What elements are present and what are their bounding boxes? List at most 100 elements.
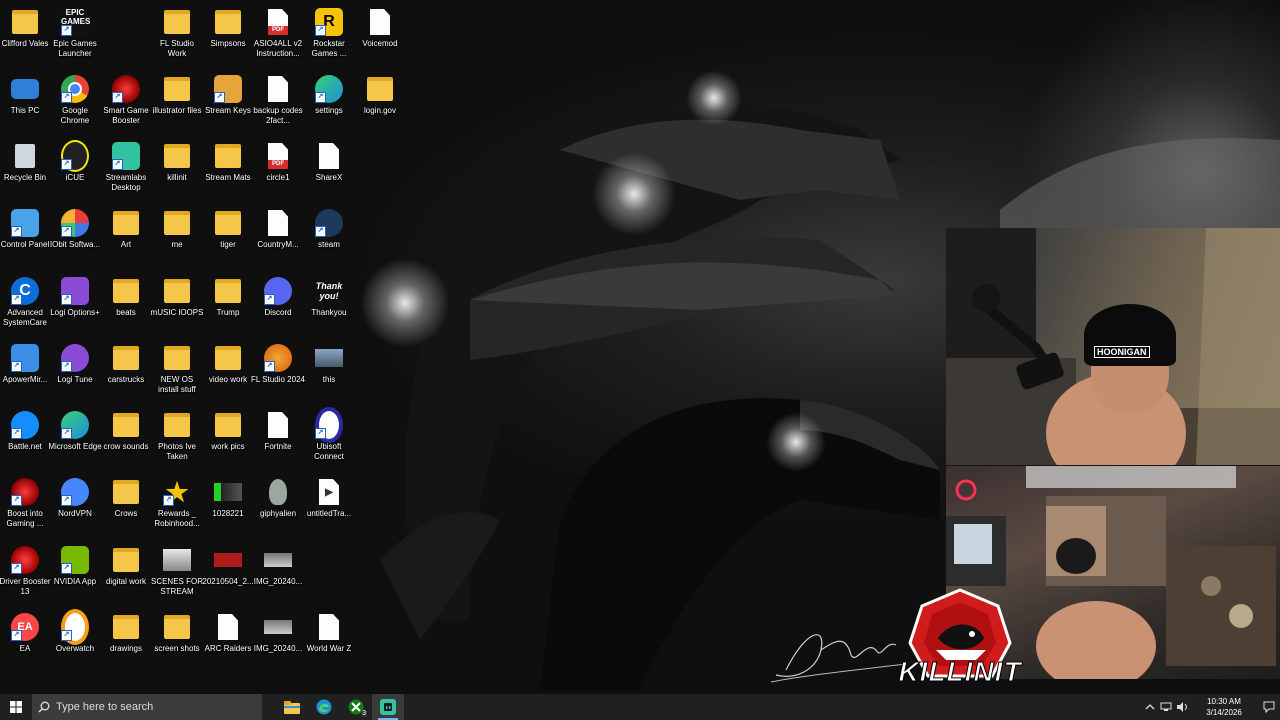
- desktop-icon-google-chrome[interactable]: ↗ Google Chrome: [50, 69, 100, 131]
- desktop-icon-sharex[interactable]: ShareX: [304, 136, 354, 198]
- desktop-icon-stream-mats[interactable]: Stream Mats: [203, 136, 253, 198]
- desktop-icon-nvidia-app[interactable]: ↗ NVIDIA App: [50, 540, 100, 602]
- desktop-icon-discord[interactable]: ↗ Discord: [253, 271, 303, 333]
- volume-button[interactable]: [1174, 694, 1190, 720]
- desktop-icon-thankyou[interactable]: Thank you! Thankyou: [304, 271, 354, 333]
- desktop-icon-nordvpn[interactable]: ↗ NordVPN: [50, 472, 100, 534]
- desktop-icon-label: Streamlabs Desktop: [105, 173, 147, 192]
- desktop-icon-label: Advanced SystemCare: [2, 308, 47, 327]
- desktop-icon-circle1[interactable]: PDF circle1: [253, 136, 303, 198]
- desktop-icon-label: mUSIC lOOPS: [150, 308, 204, 317]
- desktop-icon-epic-games-launcher[interactable]: EPIC GAMES ↗ Epic Games Launcher: [50, 2, 100, 64]
- edge-icon: ↗: [315, 75, 343, 103]
- desktop-icon-icue[interactable]: ↗ iCUE: [50, 136, 100, 198]
- desktop-icon-backup-codes-2fact[interactable]: backup codes 2fact...: [253, 69, 303, 131]
- desktop-icon-trump[interactable]: Trump: [203, 271, 253, 333]
- desktop-icon-microsoft-edge[interactable]: ↗ Microsoft Edge: [48, 405, 102, 467]
- desktop-icon-20210504-2[interactable]: 20210504_2...: [202, 540, 254, 602]
- desktop-icon-simpsons[interactable]: Simpsons: [203, 2, 253, 64]
- desktop-icon-crow-sounds[interactable]: crow sounds: [101, 405, 151, 467]
- desktop-icon-label: Control Panel: [0, 240, 50, 249]
- desktop-icon-illustrator-files[interactable]: illustrator files: [152, 69, 202, 131]
- show-hidden-icons-button[interactable]: [1142, 694, 1158, 720]
- desktop-icon-work-pics[interactable]: work pics: [203, 405, 253, 467]
- folder-icon: [163, 411, 191, 439]
- desktop-icon-battle-net[interactable]: ↗ Battle.net: [0, 405, 50, 467]
- desktop-icon-untitledtra[interactable]: ▶ untitledTra...: [304, 472, 354, 534]
- desktop-icon-killinit[interactable]: killinit: [152, 136, 202, 198]
- xbox-badge: 3: [361, 710, 367, 717]
- desktop-icon-boost-into-gaming[interactable]: ↗ Boost into Gaming ...: [0, 472, 50, 534]
- desktop-icon-driver-booster-13[interactable]: ↗ Driver Booster 13: [0, 540, 51, 602]
- desktop-icon-logi-tune[interactable]: ↗ Logi Tune: [50, 338, 100, 400]
- desktop-icon-beats[interactable]: beats: [101, 271, 151, 333]
- desktop-icon-1028221[interactable]: 1028221: [203, 472, 253, 534]
- desktop-icon-new-os-install-stuff[interactable]: NEW OS install stuff: [152, 338, 202, 400]
- desktop-icon-fortnite[interactable]: Fortnite: [253, 405, 303, 467]
- desktop-icon-advanced-systemcare[interactable]: C ↗ Advanced SystemCare: [0, 271, 50, 333]
- desktop-icon-art[interactable]: Art: [101, 203, 151, 265]
- speaker-icon: [1177, 702, 1187, 712]
- desktop-icon-arc-raiders[interactable]: ARC Raiders: [203, 607, 253, 669]
- taskbar-edge[interactable]: [308, 694, 340, 720]
- taskbar-xbox[interactable]: 3: [340, 694, 372, 720]
- notification-center-button[interactable]: [1258, 694, 1280, 720]
- desktop-icon-apowermir[interactable]: ↗ ApowerMir...: [0, 338, 50, 400]
- desktop-icon-countrym[interactable]: CountryM...: [253, 203, 303, 265]
- desktop-icon-this-pc[interactable]: This PC: [0, 69, 50, 131]
- desktop-icon-control-panel[interactable]: ↗ Control Panel: [0, 203, 50, 265]
- desktop-icon-smart-game-booster[interactable]: ↗ Smart Game Booster: [101, 69, 151, 131]
- desktop-icon-rockstar-games[interactable]: R ↗ Rockstar Games ...: [304, 2, 354, 64]
- desktop-icon-tiger[interactable]: tiger: [203, 203, 253, 265]
- desktop-icon-stream-keys[interactable]: ↗ Stream Keys: [203, 69, 253, 131]
- chevron-up-icon: [1145, 704, 1155, 710]
- desktop-icon-photos-ive-taken[interactable]: Photos Ive Taken: [152, 405, 202, 467]
- desktop-icon-fl-studio-work[interactable]: FL Studio Work: [152, 2, 202, 64]
- desktop-icon-world-war-z[interactable]: World War Z: [304, 607, 354, 669]
- nordvpn-icon: ↗: [61, 478, 89, 506]
- file-explorer-icon: [284, 700, 300, 714]
- folder-icon: [163, 613, 191, 641]
- desktop-icon-asio4all-v2-instruction[interactable]: PDF ASIO4ALL v2 Instruction...: [253, 2, 303, 64]
- desktop-icon-screen-shots[interactable]: screen shots: [152, 607, 202, 669]
- taskbar-clock[interactable]: 10:30 AM 3/14/2026: [1196, 696, 1252, 718]
- desktop-icon-steam[interactable]: ↗ steam: [304, 203, 354, 265]
- desktop-icon-me[interactable]: me: [152, 203, 202, 265]
- rockstar-icon: R ↗: [315, 8, 343, 36]
- folder-icon: [163, 277, 191, 305]
- desktop-icon-settings[interactable]: ↗ settings: [304, 69, 354, 131]
- start-button[interactable]: [0, 694, 32, 720]
- desktop-icon-voicemod[interactable]: Voicemod: [355, 2, 405, 64]
- desktop-icon-logi-options[interactable]: ↗ Logi Options+: [50, 271, 100, 333]
- desktop-icon-music-loops[interactable]: mUSIC lOOPS: [150, 271, 204, 333]
- desktop-icon-drawings[interactable]: drawings: [101, 607, 151, 669]
- desktop-icon-img-20240[interactable]: IMG_20240...: [253, 540, 303, 602]
- desktop-icon-label: killinit: [167, 173, 187, 182]
- desktop-icon-recycle-bin[interactable]: Recycle Bin: [0, 136, 50, 198]
- taskbar-file-explorer[interactable]: [276, 694, 308, 720]
- desktop-icon-fl-studio-2024[interactable]: ↗ FL Studio 2024: [251, 338, 305, 400]
- desktop-icon-overwatch[interactable]: ↗ Overwatch: [50, 607, 100, 669]
- desktop-icon-carstrucks[interactable]: carstrucks: [101, 338, 151, 400]
- desktop-icon-login-gov[interactable]: login.gov: [355, 69, 405, 131]
- desktop-icon-crows[interactable]: Crows: [101, 472, 151, 534]
- desktop-icon-clifford-vales[interactable]: Clifford Vales: [0, 2, 50, 64]
- chrome-icon: ↗: [61, 75, 89, 103]
- edge-icon: ↗: [61, 411, 89, 439]
- desktop-icon-video-work[interactable]: video work: [203, 338, 253, 400]
- taskbar-streamlabs[interactable]: [372, 694, 404, 720]
- desktop-icon-ea[interactable]: EA ↗ EA: [0, 607, 50, 669]
- desktop-icon-this[interactable]: this: [304, 338, 354, 400]
- taskbar-search-box[interactable]: Type here to search: [32, 694, 262, 720]
- desktop-icon-giphyalien[interactable]: giphyalien: [253, 472, 303, 534]
- desktop-icon-img-20240[interactable]: IMG_20240...: [253, 607, 303, 669]
- desktop-icon-iobit-softwa[interactable]: ↗ IObit Softwa...: [50, 203, 100, 265]
- folder-icon: [214, 142, 242, 170]
- desktop-icon-digital-work[interactable]: digital work: [101, 540, 151, 602]
- desktop-icon-scenes-for-stream[interactable]: SCENES FOR STREAM: [151, 540, 203, 602]
- desktop-icon-streamlabs-desktop[interactable]: ↗ Streamlabs Desktop: [101, 136, 151, 198]
- desktop-icon-grid: Clifford Vales EPIC GAMES ↗ Epic Games Launc…: [0, 0, 410, 694]
- desktop-icon-rewards-robinhood[interactable]: ★ ↗ Rewards _ Robinhood...: [152, 472, 202, 534]
- desktop-icon-ubisoft-connect[interactable]: ↗ Ubisoft Connect: [304, 405, 354, 467]
- network-button[interactable]: [1158, 694, 1174, 720]
